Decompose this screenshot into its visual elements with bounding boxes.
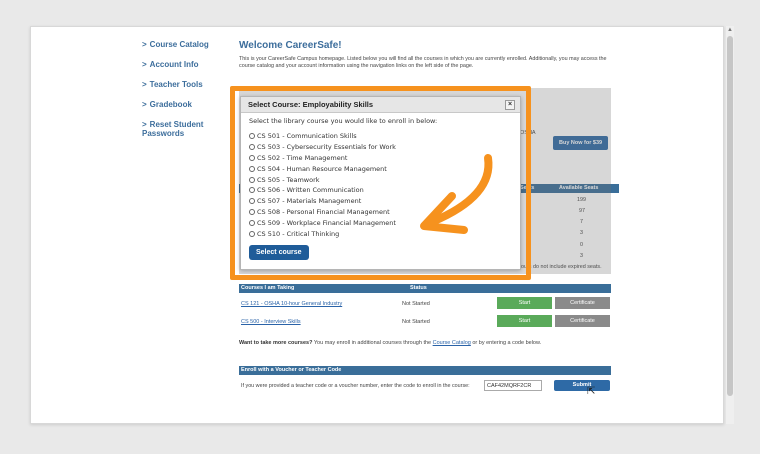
course-option[interactable]: CS 501 - Communication Skills [249,131,512,142]
start-button[interactable]: Start [497,315,552,327]
enroll-instructions: If you were provided a teacher code or a… [241,383,470,389]
courses-column-header: Courses I am Taking [241,285,295,291]
course-option[interactable]: CS 506 - Written Communication [249,185,512,196]
course-status: Not Started [402,319,430,325]
course-option[interactable]: CS 509 - Workplace Financial Management [249,217,512,228]
course-option[interactable]: CS 502 - Time Management [249,153,512,164]
mouse-cursor-icon: ⇱ [587,386,596,397]
radio-button[interactable] [249,187,255,194]
sidebar-item-gradebook[interactable]: > Gradebook [142,100,232,109]
modal-instruction: Select the library course you would like… [249,117,438,125]
course-option[interactable]: CS 508 - Personal Financial Management [249,207,512,218]
scrollbar-thumb[interactable] [727,36,733,396]
radio-button[interactable] [249,133,255,140]
sidebar-item-course-catalog[interactable]: > Course Catalog [142,40,232,49]
course-option[interactable]: CS 503 - Cybersecurity Essentials for Wo… [249,142,512,153]
close-icon[interactable]: × [505,100,515,110]
modal-body: Select the library course you would like… [241,113,520,264]
scroll-up-icon[interactable]: ▲ [727,27,733,33]
radio-button[interactable] [249,176,255,183]
more-courses-text: Want to take more courses? You may enrol… [239,340,542,346]
course-option[interactable]: CS 504 - Human Resource Management [249,163,512,174]
voucher-code-input[interactable] [484,380,542,391]
scrollbar[interactable]: ▲ [726,26,734,424]
modal-title: Select Course: Employability Skills [248,100,374,109]
radio-button[interactable] [249,144,255,151]
radio-button[interactable] [249,165,255,172]
course-link[interactable]: CS 121 - OSHA 10-hour General Industry [241,301,342,307]
sidebar-item-account-info[interactable]: > Account Info [142,60,232,69]
submit-button[interactable]: Submit [554,380,610,391]
page-title: Welcome CareerSafe! [239,40,342,51]
course-option[interactable]: CS 505 - Teamwork [249,174,512,185]
course-catalog-link[interactable]: Course Catalog [433,340,471,346]
radio-button[interactable] [249,154,255,161]
select-course-button[interactable]: Select course [249,244,309,260]
chevron-right-icon: > [142,100,147,109]
courses-table-header: Courses I am Taking Status [239,284,611,293]
certificate-button[interactable]: Certificate [555,297,610,309]
modal-title-bar: Select Course: Employability Skills × [241,97,520,113]
radio-button[interactable] [249,208,255,215]
radio-button[interactable] [249,219,255,226]
main-content: Welcome CareerSafe! This is your CareerS… [239,40,619,78]
course-status: Not Started [402,301,430,307]
intro-text: This is your CareerSafe Campus homepage.… [239,56,607,69]
select-course-modal: Select Course: Employability Skills × Se… [240,96,521,270]
sidebar: > Course Catalog > Account Info > Teacher T… [142,40,232,149]
status-column-header: Status [410,285,427,291]
chevron-right-icon: > [142,80,147,89]
start-button[interactable]: Start [497,297,552,309]
radio-button[interactable] [249,198,255,205]
enroll-section-header: Enroll with a Voucher or Teacher Code [239,366,611,375]
chevron-right-icon: > [142,60,147,69]
certificate-button[interactable]: Certificate [555,315,610,327]
course-link[interactable]: CS 500 - Interview Skills [241,319,301,325]
course-option[interactable]: CS 510 - Critical Thinking [249,228,512,239]
course-option[interactable]: CS 507 - Materials Management [249,196,512,207]
table-row: CS 121 - OSHA 10-hour General Industry N… [239,296,611,312]
chevron-right-icon: > [142,120,147,129]
sidebar-item-reset-passwords[interactable]: > Reset Student Passwords [142,120,232,138]
sidebar-item-teacher-tools[interactable]: > Teacher Tools [142,80,232,89]
table-row: CS 500 - Interview Skills Not Started St… [239,314,611,330]
chevron-right-icon: > [142,40,147,49]
radio-button[interactable] [249,230,255,237]
